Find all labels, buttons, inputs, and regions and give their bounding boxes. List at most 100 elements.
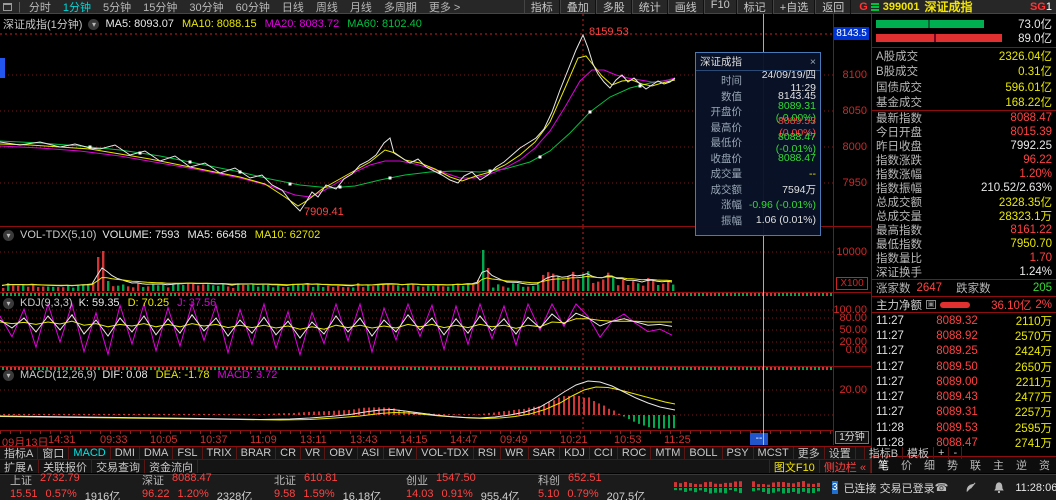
- down-label: 跌家数: [956, 280, 991, 296]
- period-tab[interactable]: 月线: [344, 0, 378, 15]
- price-tick: 8000: [843, 141, 867, 153]
- indicator-tab[interactable]: 窗口: [38, 447, 69, 459]
- tick-row: 11:278089.322110万: [872, 313, 1056, 328]
- extension-tab-right[interactable]: 侧边栏 «: [820, 460, 871, 473]
- right-panel-tab[interactable]: 逆: [1014, 457, 1029, 473]
- indicator-tab[interactable]: 指标A: [0, 447, 38, 459]
- period-tab[interactable]: 周线: [310, 0, 344, 15]
- popup-row-label: 最低价: [700, 135, 742, 150]
- indicator-tab[interactable]: KDJ: [560, 447, 590, 459]
- index-stat-row: 指数涨跌96.22: [872, 153, 1056, 167]
- indicator-tab[interactable]: 设置: [825, 447, 856, 459]
- right-panel-tab[interactable]: 联: [968, 457, 983, 473]
- indicator-tab[interactable]: TRIX: [203, 447, 237, 459]
- indicator-tab[interactable]: VOL-TDX: [417, 447, 474, 459]
- page-indicator: SG1: [1030, 1, 1052, 13]
- window-grid-icon[interactable]: [3, 3, 12, 11]
- indicator-tab[interactable]: WR: [501, 447, 528, 459]
- toolbar-button[interactable]: 多股: [596, 0, 632, 15]
- indicator-tab[interactable]: 更多: [794, 447, 825, 459]
- indicator-tab[interactable]: SAR: [529, 447, 561, 459]
- indicator-tab[interactable]: FSL: [173, 447, 202, 459]
- bell-icon[interactable]: [993, 481, 1005, 494]
- popup-title: 深证成指: [700, 54, 742, 69]
- period-tab[interactable]: 更多 >: [423, 0, 466, 15]
- popup-row-value: 8088.47 (-0.01%): [745, 131, 816, 155]
- index-summary[interactable]: 深证8088.4796.221.20%2328亿: [142, 472, 264, 500]
- connection-count-badge[interactable]: 3: [832, 481, 838, 494]
- indicator-tab[interactable]: DMI: [111, 447, 140, 459]
- period-box[interactable]: 1分钟: [835, 431, 869, 444]
- right-panel-tab[interactable]: 主: [991, 457, 1006, 473]
- indicator-tab[interactable]: BRAR: [237, 447, 277, 459]
- toolbar-buttons: 指标叠加多股统计画线F10标记+自选返回: [524, 0, 851, 15]
- time-label: 11:09: [250, 434, 277, 446]
- toolbar-button[interactable]: F10: [704, 0, 737, 15]
- toolbar-button[interactable]: 返回: [815, 0, 851, 15]
- index-summary[interactable]: 北证610.819.581.59%16.18亿: [274, 472, 396, 500]
- right-panel-tab[interactable]: 资: [1037, 457, 1052, 473]
- satellite-dish-icon[interactable]: [964, 481, 977, 494]
- popup-row-label: 成交额: [700, 182, 742, 197]
- indicator-tab[interactable]: CCI: [590, 447, 618, 459]
- green-volume-bar: [876, 20, 984, 28]
- collapse-chevron-icon[interactable]: ▾: [3, 230, 14, 241]
- popup-row-value: 1.06 (0.01%): [745, 214, 816, 226]
- macd-chart[interactable]: [0, 367, 833, 430]
- connection-status: 已连接 交易已登录: [844, 480, 935, 496]
- indicator-tab[interactable]: PSY: [723, 447, 754, 459]
- indicator-tab[interactable]: RSI: [474, 447, 501, 459]
- toolbar-button[interactable]: 指标: [524, 0, 560, 15]
- toolbar-button[interactable]: 画线: [668, 0, 704, 15]
- turnover-row-value: 596.01亿: [1005, 79, 1052, 95]
- period-tab[interactable]: 1分钟: [57, 0, 97, 15]
- indicator-tab[interactable]: MCST: [754, 447, 794, 459]
- indicator-tab[interactable]: VR: [301, 447, 325, 459]
- toolbar-button[interactable]: 标记: [737, 0, 773, 15]
- indicator-tab[interactable]: MTM: [651, 447, 685, 459]
- popup-row: 时间24/09/19/四 11:29: [700, 73, 816, 89]
- indicator-tabbar: 指标A窗口MACDDMIDMAFSLTRIXBRARCRVROBVASIEMVV…: [0, 446, 871, 459]
- indicator-tab-right[interactable]: -: [949, 447, 962, 459]
- index-summary[interactable]: 上证2732.7915.510.57%1916亿: [10, 472, 132, 500]
- kdj-chart[interactable]: [0, 293, 833, 366]
- volume-chart[interactable]: [0, 227, 833, 291]
- indicator-tab-right[interactable]: +: [934, 447, 949, 459]
- indicator-tab[interactable]: BOLL: [685, 447, 722, 459]
- period-tab[interactable]: 30分钟: [183, 0, 229, 15]
- period-tab[interactable]: 15分钟: [137, 0, 183, 15]
- time-label: 09:49: [500, 434, 528, 446]
- indicator-tab[interactable]: DMA: [140, 447, 173, 459]
- period-tab[interactable]: 多周期: [378, 0, 423, 15]
- period-tab[interactable]: 分时: [23, 0, 57, 15]
- indicator-tab[interactable]: CR: [276, 447, 301, 459]
- indicator-tab[interactable]: MACD: [69, 447, 110, 459]
- toolbar-button[interactable]: +自选: [773, 0, 815, 15]
- toolbar-button[interactable]: 叠加: [560, 0, 596, 15]
- index-summary[interactable]: 科创652.515.100.79%207.5亿: [538, 472, 660, 500]
- period-tab[interactable]: 5分钟: [97, 0, 137, 15]
- index-summary[interactable]: 创业1547.5014.030.91%955.4亿: [406, 472, 528, 500]
- advancers-row: 涨家数 2647 跌家数 205: [872, 280, 1056, 296]
- indicator-tab-right[interactable]: 模板: [903, 447, 934, 459]
- up-count: 2647: [917, 282, 943, 294]
- toolbar-button[interactable]: 统计: [632, 0, 668, 15]
- collapse-chevron-icon[interactable]: ▾: [88, 19, 99, 30]
- right-panel-tab[interactable]: 势: [945, 457, 960, 473]
- period-tab[interactable]: 60分钟: [230, 0, 276, 15]
- indicator-tab[interactable]: OBV: [325, 447, 357, 459]
- indicator-tab[interactable]: ROC: [618, 447, 651, 459]
- close-icon[interactable]: ×: [810, 56, 816, 68]
- index-summaries: 上证2732.7915.510.57%1916亿深证8088.4796.221.…: [0, 472, 660, 500]
- index-stat-row: 指数涨幅1.20%: [872, 167, 1056, 181]
- index-stat-row-value: 7950.70: [1010, 238, 1052, 250]
- phone-icon[interactable]: ☎: [935, 481, 949, 494]
- extension-tab-right[interactable]: 图文F10: [770, 460, 820, 473]
- indicator-tab-right[interactable]: 指标B: [865, 447, 903, 459]
- period-tab[interactable]: 日线: [276, 0, 310, 15]
- indicator-tab[interactable]: ASI: [358, 447, 385, 459]
- detail-icon[interactable]: ▣: [926, 300, 936, 309]
- indicator-tab[interactable]: EMV: [384, 447, 417, 459]
- collapse-chevron-icon[interactable]: ▾: [3, 298, 14, 309]
- collapse-chevron-icon[interactable]: ▾: [3, 370, 14, 381]
